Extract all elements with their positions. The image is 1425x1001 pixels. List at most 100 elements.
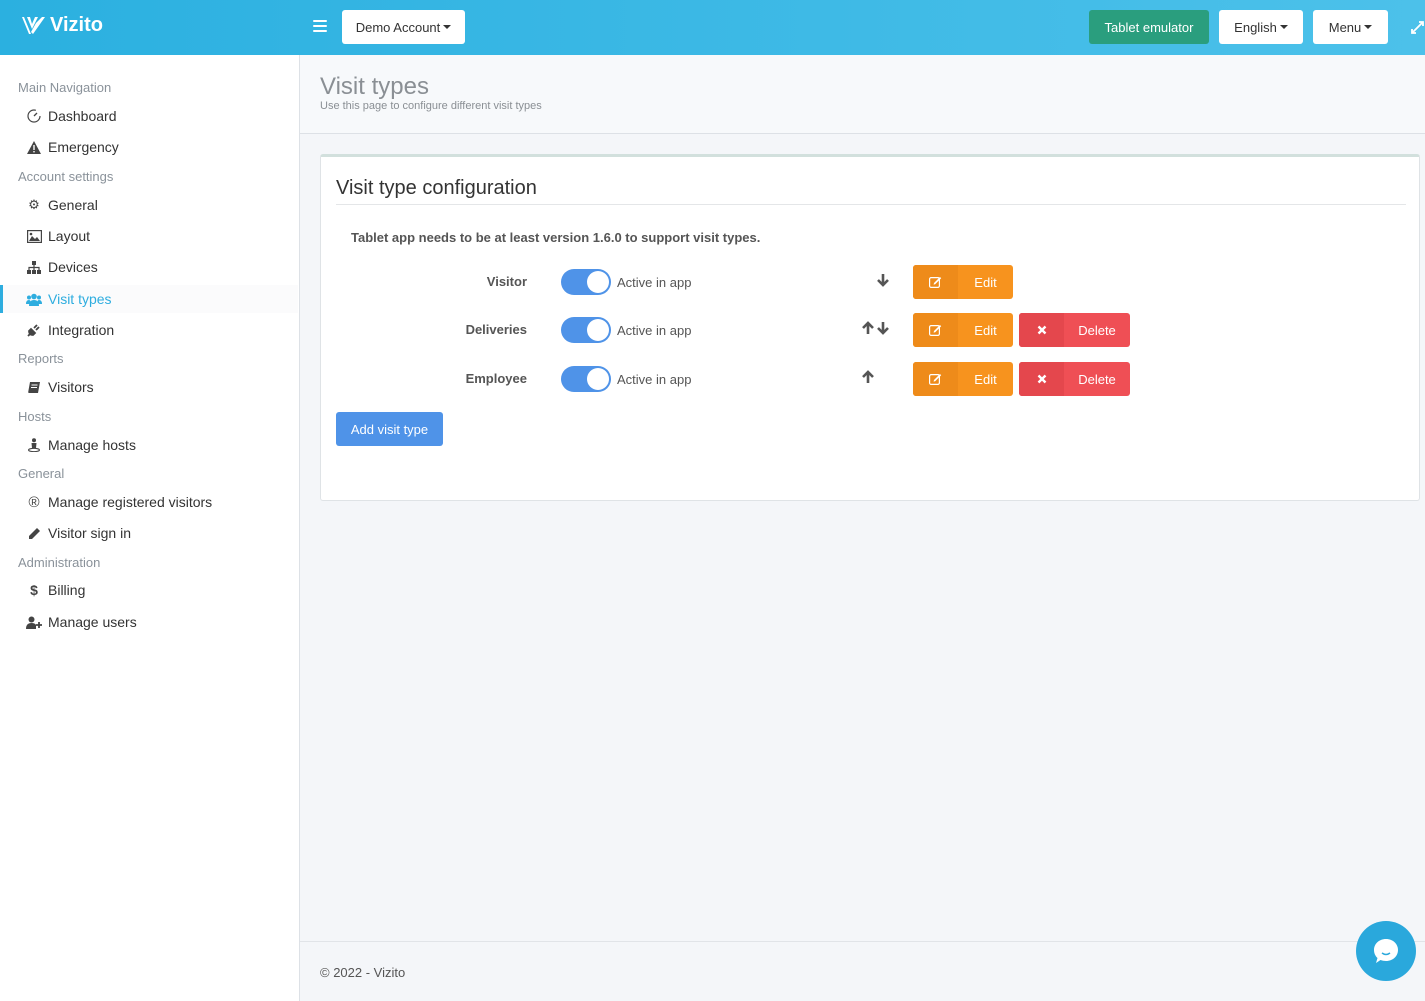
arrow-down-icon[interactable] [876, 321, 890, 335]
sidebar-item-manage-hosts[interactable]: Manage hosts [0, 431, 298, 459]
toggle-knob [587, 368, 609, 390]
sidebar-item-label: Devices [48, 259, 98, 275]
caret-down-icon [443, 25, 452, 29]
sidebar-item-general[interactable]: ⚙ General [0, 191, 298, 219]
sitemap-icon [26, 259, 42, 275]
book-icon [26, 379, 42, 395]
sidebar-item-layout[interactable]: Layout [0, 222, 298, 250]
visit-type-row: Employee Active in app Edit Delete [321, 362, 1421, 396]
account-label: Demo Account [355, 19, 441, 35]
footer: © 2022 - Vizito [300, 941, 1425, 1001]
vizito-logo-icon [22, 16, 45, 34]
plug-icon [26, 322, 42, 338]
active-label: Active in app [617, 323, 692, 338]
sidebar-item-billing[interactable]: $ Billing [0, 576, 298, 604]
sidebar-item-label: Layout [48, 228, 91, 244]
active-label: Active in app [617, 275, 692, 290]
host-icon [26, 437, 42, 453]
tablet-emulator-label: Tablet emulator [1104, 19, 1194, 35]
sidebar-section-main-navigation: Main Navigation [18, 80, 112, 95]
language-label: English [1234, 19, 1277, 35]
arrow-down-icon[interactable] [876, 273, 890, 287]
sidebar-item-visitors[interactable]: Visitors [0, 373, 298, 401]
image-icon [26, 228, 42, 244]
arrow-up-icon[interactable] [861, 321, 875, 335]
visit-type-row: Deliveries Active in app Edit Delete [321, 313, 1421, 347]
sidebar-section-general: General [18, 466, 65, 481]
close-icon [1019, 313, 1064, 347]
sidebar-item-label: Emergency [48, 139, 119, 155]
active-toggle[interactable] [561, 317, 611, 343]
edit-icon [913, 362, 958, 396]
active-toggle[interactable] [561, 366, 611, 392]
edit-label: Edit [974, 322, 997, 338]
sidebar-section-reports: Reports [18, 351, 64, 366]
sidebar-item-label: Visitors [48, 379, 94, 395]
sidebar-item-manage-users[interactable]: Manage users [0, 608, 298, 636]
sidebar-item-integration[interactable]: Integration [0, 316, 298, 344]
visit-type-configuration-box: Visit type configuration Tablet app need… [320, 154, 1420, 501]
sidebar-item-label: Manage users [48, 614, 137, 630]
visit-type-name: Visitor [486, 274, 527, 289]
sidebar: Main Navigation Dashboard Emergency Acco… [0, 55, 300, 1001]
box-title: Visit type configuration [336, 177, 537, 199]
delete-label: Delete [1078, 322, 1116, 338]
sidebar-item-label: Visitor sign in [48, 525, 132, 541]
sidebar-item-manage-registered-visitors[interactable]: ® Manage registered visitors [0, 488, 298, 516]
caret-down-icon [1279, 25, 1288, 29]
toggle-knob [587, 319, 609, 341]
edit-button[interactable]: Edit [913, 265, 1013, 299]
content-header: Visit types Use this page to configure d… [300, 55, 1425, 134]
menu-label: Menu [1328, 19, 1362, 35]
edit-button[interactable]: Edit [913, 313, 1013, 347]
close-icon [1019, 362, 1064, 396]
arrow-up-icon[interactable] [861, 370, 875, 384]
delete-button[interactable]: Delete [1019, 313, 1130, 347]
sidebar-item-label: Manage registered visitors [48, 494, 213, 510]
dollar-icon: $ [30, 582, 38, 598]
sidebar-toggle-icon[interactable] [313, 20, 327, 32]
edit-button[interactable]: Edit [913, 362, 1013, 396]
active-toggle[interactable] [561, 269, 611, 295]
gear-icon: ⚙ [28, 197, 40, 212]
sidebar-item-emergency[interactable]: Emergency [0, 133, 298, 161]
warning-icon [26, 139, 42, 155]
page-title: Visit types [320, 73, 429, 100]
top-navbar: Vizito Demo Account Tablet emulator Engl… [0, 0, 1425, 55]
caret-down-icon [1364, 25, 1373, 29]
sidebar-item-label: Billing [48, 582, 86, 598]
brand-logo[interactable]: Vizito [20, 14, 103, 37]
add-visit-type-button[interactable]: Add visit type [336, 412, 443, 446]
tablet-emulator-button[interactable]: Tablet emulator [1089, 10, 1209, 44]
chat-icon [1374, 939, 1398, 963]
sidebar-section-administration: Administration [18, 555, 101, 570]
sidebar-item-devices[interactable]: Devices [0, 253, 298, 281]
copyright-text: © 2022 - Vizito [320, 965, 406, 980]
visit-type-name: Employee [465, 371, 527, 386]
language-dropdown[interactable]: English [1219, 10, 1303, 44]
fullscreen-expand-icon[interactable] [1410, 20, 1425, 35]
sidebar-item-label: General [48, 197, 98, 213]
sidebar-section-account-settings: Account settings [18, 169, 114, 184]
visit-type-name: Deliveries [465, 322, 527, 337]
sidebar-item-visitor-sign-in[interactable]: Visitor sign in [0, 519, 298, 547]
sidebar-item-label: Manage hosts [48, 437, 136, 453]
toggle-knob [587, 271, 609, 293]
chat-widget-button[interactable] [1356, 921, 1416, 981]
sidebar-item-label: Integration [48, 322, 115, 338]
active-label: Active in app [617, 372, 692, 387]
users-icon [26, 291, 42, 307]
menu-dropdown[interactable]: Menu [1313, 10, 1388, 44]
edit-label: Edit [974, 371, 997, 387]
sidebar-item-label: Dashboard [48, 108, 117, 124]
sidebar-item-visit-types[interactable]: Visit types [0, 285, 298, 313]
edit-icon [913, 313, 958, 347]
visit-type-row: Visitor Active in app Edit [321, 265, 1421, 299]
delete-button[interactable]: Delete [1019, 362, 1130, 396]
dashboard-icon [26, 108, 42, 124]
divider [336, 204, 1406, 205]
registered-icon: ® [28, 493, 40, 511]
edit-icon [913, 265, 958, 299]
sidebar-item-dashboard[interactable]: Dashboard [0, 102, 298, 130]
account-dropdown[interactable]: Demo Account [342, 10, 465, 44]
